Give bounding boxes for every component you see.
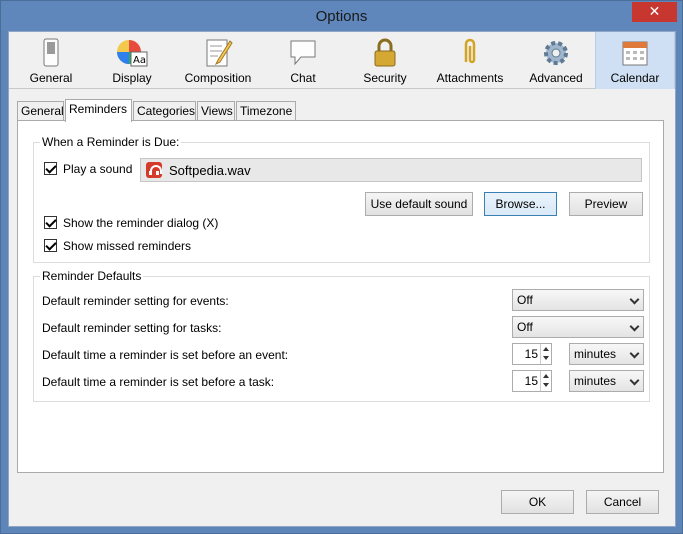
- toolbar-advanced[interactable]: Advanced: [517, 32, 595, 89]
- select-value: Off: [517, 320, 533, 334]
- chevron-down-icon: [629, 348, 640, 359]
- events-setting-label: Default reminder setting for events:: [42, 294, 229, 308]
- show-missed-checkbox[interactable]: [44, 239, 57, 252]
- cancel-button[interactable]: Cancel: [586, 490, 659, 514]
- toolbar-label: Advanced: [529, 71, 583, 85]
- calendar-icon: [619, 38, 651, 68]
- toolbar-label: Display: [112, 71, 152, 85]
- tab-general[interactable]: General: [17, 101, 64, 121]
- events-setting-select[interactable]: Off: [512, 289, 644, 311]
- reminder-due-group: When a Reminder is Due: Play a sound Sof…: [33, 135, 650, 263]
- toolbar-label: Composition: [184, 71, 252, 85]
- toolbar-label: Attachments: [436, 71, 504, 85]
- use-default-sound-button[interactable]: Use default sound: [365, 192, 473, 216]
- gear-icon: [540, 38, 572, 68]
- group-legend: Reminder Defaults: [40, 269, 144, 283]
- chevron-down-icon: [629, 375, 640, 386]
- event-time-label: Default time a reminder is set before an…: [42, 348, 289, 362]
- toolbar-general[interactable]: General: [15, 32, 87, 89]
- dialog-body: General Aa Display Composition Chat Secu…: [8, 31, 676, 527]
- toolbar-security[interactable]: Security: [347, 32, 423, 89]
- show-missed-label[interactable]: Show missed reminders: [63, 239, 191, 253]
- reminder-defaults-group: Reminder Defaults Default reminder setti…: [33, 269, 650, 402]
- spin-up-icon[interactable]: [540, 344, 551, 354]
- toolbar-label: Security: [363, 71, 407, 85]
- browse-button[interactable]: Browse...: [484, 192, 557, 216]
- group-legend: When a Reminder is Due:: [40, 135, 182, 149]
- stepper-value: 15: [524, 347, 538, 361]
- svg-text:Aa: Aa: [133, 55, 146, 66]
- spin-down-icon[interactable]: [540, 354, 551, 364]
- select-value: minutes: [574, 347, 617, 361]
- task-time-label: Default time a reminder is set before a …: [42, 375, 275, 389]
- tasks-setting-select[interactable]: Off: [512, 316, 644, 338]
- sound-file-field: Softpedia.wav: [140, 158, 642, 182]
- reminders-panel: When a Reminder is Due: Play a sound Sof…: [17, 120, 664, 473]
- spin-down-icon[interactable]: [540, 381, 551, 391]
- task-time-stepper[interactable]: 15: [512, 370, 552, 392]
- close-button[interactable]: ✕: [632, 2, 677, 22]
- chevron-down-icon: [629, 294, 640, 305]
- close-icon: ✕: [648, 3, 661, 19]
- chevron-down-icon: [629, 321, 640, 332]
- tab-timezone[interactable]: Timezone: [236, 101, 296, 121]
- options-window: Options ✕ General Aa Display Composition…: [0, 0, 683, 534]
- tab-views[interactable]: Views: [197, 101, 235, 121]
- ok-button[interactable]: OK: [501, 490, 574, 514]
- toolbar-calendar[interactable]: Calendar: [595, 32, 675, 89]
- toolbar-label: Calendar: [610, 71, 660, 85]
- tasks-setting-label: Default reminder setting for tasks:: [42, 321, 222, 335]
- window-title: Options: [315, 8, 368, 25]
- stepper-value: 15: [524, 374, 538, 388]
- color-palette-icon: Aa: [116, 38, 148, 68]
- play-sound-label[interactable]: Play a sound: [63, 162, 132, 176]
- show-dialog-label[interactable]: Show the reminder dialog (X): [63, 216, 218, 230]
- switch-icon: [35, 38, 67, 68]
- event-unit-select[interactable]: minutes: [569, 343, 644, 365]
- toolbar-composition[interactable]: Composition: [175, 32, 261, 89]
- toolbar-display[interactable]: Aa Display: [93, 32, 171, 89]
- task-unit-select[interactable]: minutes: [569, 370, 644, 392]
- chat-bubble-icon: [287, 38, 319, 68]
- sound-file-name: Softpedia.wav: [169, 163, 251, 178]
- tab-categories[interactable]: Categories: [133, 101, 196, 121]
- spin-up-icon[interactable]: [540, 371, 551, 381]
- select-value: Off: [517, 293, 533, 307]
- event-time-stepper[interactable]: 15: [512, 343, 552, 365]
- select-value: minutes: [574, 374, 617, 388]
- tab-reminders[interactable]: Reminders: [65, 99, 132, 122]
- toolbar-attachments[interactable]: Attachments: [429, 32, 511, 89]
- toolbar-chat[interactable]: Chat: [267, 32, 339, 89]
- play-sound-checkbox[interactable]: [44, 162, 57, 175]
- category-toolbar: General Aa Display Composition Chat Secu…: [9, 32, 675, 89]
- title-bar[interactable]: Options ✕: [1, 1, 682, 31]
- toolbar-label: Chat: [290, 71, 316, 85]
- toolbar-label: General: [29, 71, 73, 85]
- show-dialog-checkbox[interactable]: [44, 216, 57, 229]
- padlock-icon: [369, 38, 401, 68]
- preview-button[interactable]: Preview: [569, 192, 643, 216]
- headphones-icon: [146, 162, 162, 178]
- document-pencil-icon: [202, 38, 234, 68]
- paperclip-icon: [454, 38, 486, 68]
